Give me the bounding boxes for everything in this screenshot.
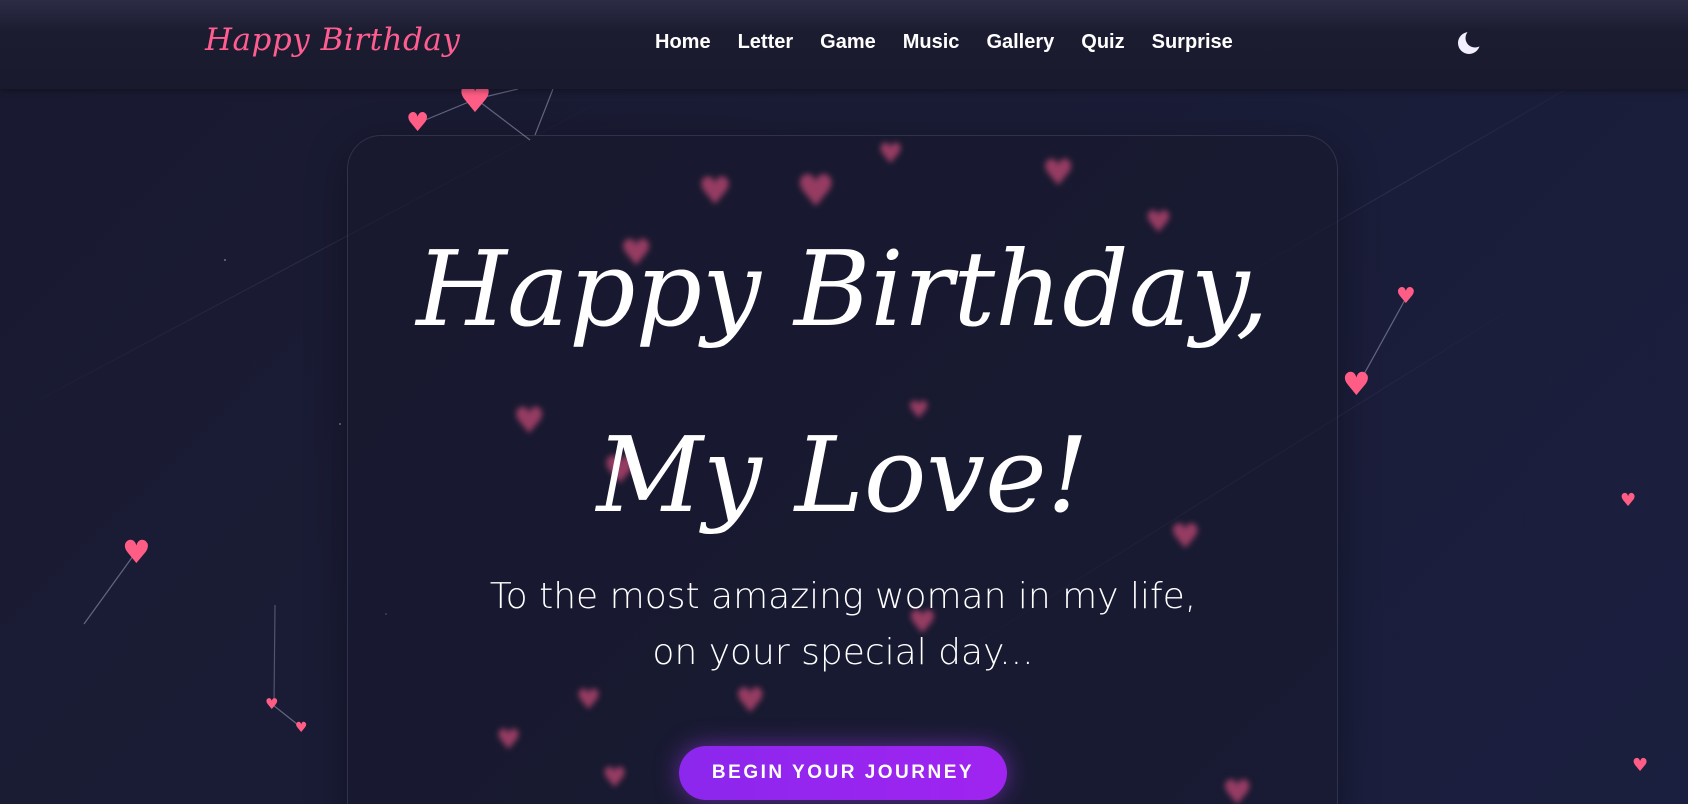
theme-toggle-button[interactable] (1456, 28, 1485, 57)
page: Happy Birthday Home Letter Game Music Ga… (0, 0, 1688, 804)
heart-icon: ♥ (1632, 755, 1649, 776)
heart-icon: ♥ (406, 108, 430, 138)
moon-icon (1458, 28, 1485, 54)
nav-item-quiz[interactable]: Quiz (1081, 31, 1124, 54)
nav-item-game[interactable]: Game (820, 31, 876, 54)
heart-icon: ♥ (496, 723, 522, 756)
hero-card: ♥ ♥ ♥ ♥ ♥ ♥ ♥ ♥ ♥ ♥ ♥ ♥ ♥ ♥ ♥ ♥ Happy Bi… (347, 135, 1338, 804)
nav-item-letter[interactable]: Letter (738, 31, 794, 54)
heart-icon: ♥ (878, 137, 904, 170)
heart-icon: ♥ (122, 533, 151, 571)
heart-icon: ♥ (1222, 773, 1253, 804)
heart-icon: ♥ (265, 695, 279, 713)
nav-menu: Home Letter Game Music Gallery Quiz Surp… (655, 31, 1233, 54)
heart-icon: ♥ (295, 720, 308, 736)
brand-logo[interactable]: Happy Birthday (205, 22, 460, 58)
nav-item-surprise[interactable]: Surprise (1152, 31, 1233, 54)
heart-icon: ♥ (602, 761, 628, 794)
begin-journey-button[interactable]: BEGIN YOUR JOURNEY (679, 746, 1007, 800)
nav-item-music[interactable]: Music (903, 31, 960, 54)
heart-icon: ♥ (1042, 153, 1075, 194)
top-navbar: Happy Birthday Home Letter Game Music Ga… (0, 0, 1688, 89)
hero-title: Happy Birthday, My Love! (416, 228, 1269, 536)
heart-icon: ♥ (576, 683, 602, 716)
heart-icon: ♥ (1396, 284, 1416, 309)
heart-icon: ♥ (735, 681, 766, 721)
star-dot (339, 423, 341, 425)
nav-item-gallery[interactable]: Gallery (986, 31, 1054, 54)
star-dot (224, 259, 226, 261)
hero-subtitle: To the most amazing woman in my life, on… (489, 576, 1197, 673)
heart-icon: ♥ (1620, 490, 1637, 511)
nav-item-home[interactable]: Home (655, 31, 711, 54)
heart-icon: ♥ (1342, 365, 1371, 403)
